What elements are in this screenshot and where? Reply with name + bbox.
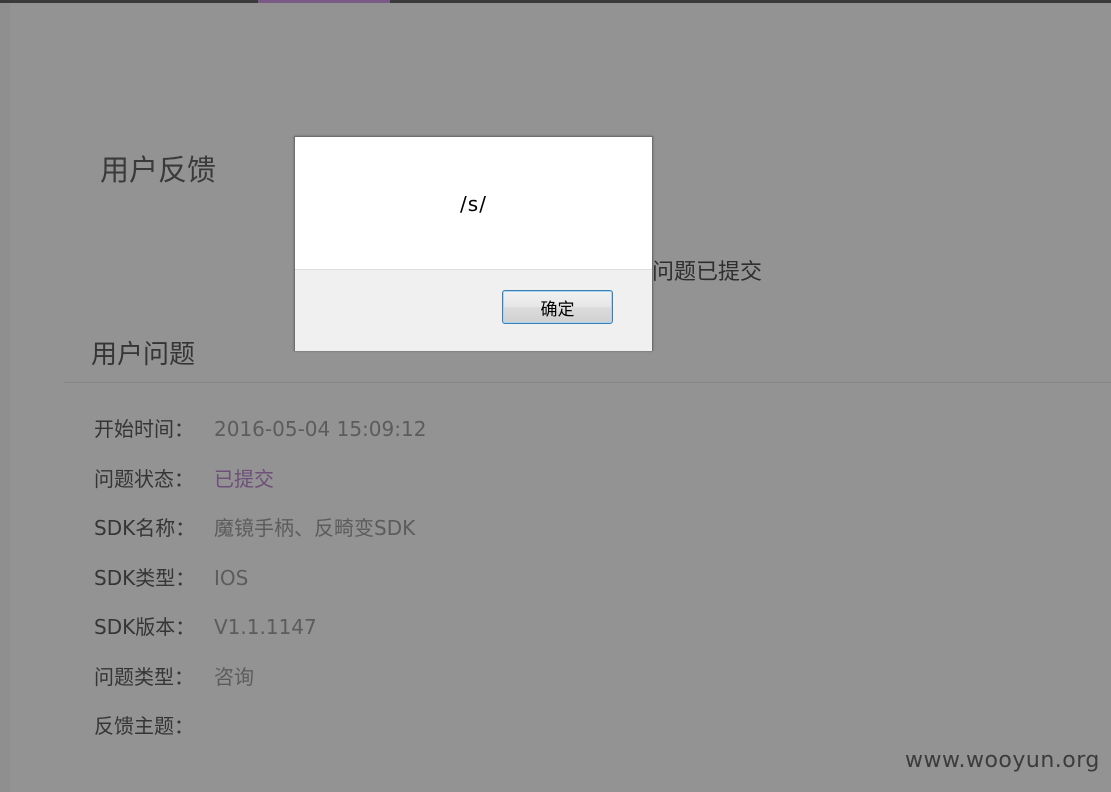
field-value: 魔镜手柄、反畸变SDK — [214, 516, 416, 540]
field-start-time: 开始时间： 2016-05-04 15:09:12 — [94, 413, 426, 442]
field-label: 问题状态： — [94, 467, 194, 491]
page-title: 用户反馈 — [100, 153, 217, 187]
submitted-message: 问题已提交 — [652, 260, 763, 285]
field-feedback-subject: 反馈主题： — [94, 710, 214, 739]
field-sdk-name: SDK名称： 魔镜手柄、反畸变SDK — [94, 512, 415, 541]
field-label: 开始时间： — [94, 417, 194, 441]
field-label: SDK类型： — [94, 566, 196, 590]
alert-message: /s/ — [460, 192, 487, 216]
field-label: 问题类型： — [94, 665, 194, 689]
field-value: IOS — [214, 566, 249, 590]
field-label: 反馈主题： — [94, 714, 194, 738]
field-issue-type: 问题类型： 咨询 — [94, 661, 254, 690]
field-label: SDK版本： — [94, 615, 196, 639]
ok-button[interactable]: 确定 — [502, 290, 613, 324]
field-value: 2016-05-04 15:09:12 — [214, 417, 427, 441]
field-sdk-version: SDK版本： V1.1.1147 — [94, 611, 317, 640]
field-label: SDK名称： — [94, 516, 196, 540]
alert-footer: 确定 — [295, 269, 652, 351]
status-badge: 已提交 — [214, 467, 274, 491]
field-value: 咨询 — [214, 665, 254, 689]
field-status: 问题状态： 已提交 — [94, 463, 274, 492]
field-value: V1.1.1147 — [214, 615, 317, 639]
section-divider — [64, 382, 1111, 383]
section-title: 用户问题 — [91, 340, 196, 370]
alert-dialog: /s/ 确定 — [294, 136, 653, 351]
watermark: www.wooyun.org — [905, 748, 1100, 773]
field-sdk-type: SDK类型： IOS — [94, 562, 248, 591]
